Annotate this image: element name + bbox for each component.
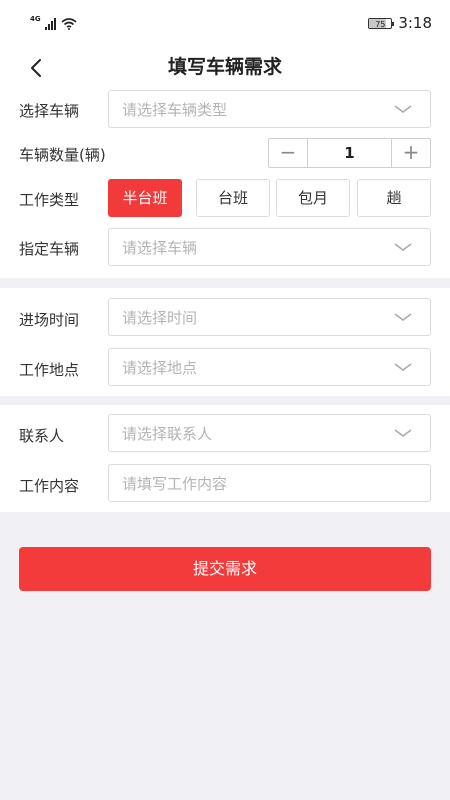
location-select[interactable]: 请选择地点: [108, 348, 431, 386]
quantity-value[interactable]: 1: [308, 139, 391, 167]
work-type-option-monthly[interactable]: 包月: [276, 179, 350, 217]
entry-time-select[interactable]: 请选择时间: [108, 298, 431, 336]
quantity-stepper: − 1 +: [268, 138, 431, 168]
work-type-option-shift[interactable]: 台班: [196, 179, 270, 217]
status-right: 75 3:18: [368, 14, 432, 32]
chevron-down-icon: [394, 429, 412, 437]
specified-vehicle-select[interactable]: 请选择车辆: [108, 228, 431, 266]
specified-vehicle-row: 指定车辆 请选择车辆: [0, 226, 450, 268]
work-type-row: 工作类型 半台班 台班 包月 趟: [0, 179, 450, 217]
entry-time-label: 进场时间: [19, 311, 80, 329]
location-label: 工作地点: [19, 361, 80, 379]
location-row: 工作地点 请选择地点: [0, 338, 450, 388]
vehicle-type-placeholder: 请选择车辆类型: [122, 101, 228, 119]
quantity-row: 车辆数量(辆) − 1 +: [0, 136, 450, 172]
decrease-button[interactable]: −: [269, 139, 308, 167]
vehicle-type-select[interactable]: 请选择车辆类型: [108, 90, 431, 128]
work-type-option-trip[interactable]: 趟: [357, 179, 431, 217]
vehicle-row: 选择车辆 请选择车辆类型: [0, 88, 450, 130]
contact-label: 联系人: [19, 427, 65, 445]
nav-bar: 填写车辆需求: [0, 48, 450, 88]
status-bar: 4G 75 3:18: [0, 0, 450, 48]
network-type: 4G: [30, 15, 41, 23]
submit-button[interactable]: 提交需求: [19, 547, 431, 591]
work-content-label: 工作内容: [19, 477, 80, 495]
signal-icon: [44, 15, 57, 34]
page-title: 填写车辆需求: [167, 56, 282, 78]
contact-section: 联系人 请选择联系人 工作内容 请填写工作内容: [0, 405, 450, 512]
work-content-row: 工作内容 请填写工作内容: [0, 455, 450, 505]
contact-placeholder: 请选择联系人: [122, 425, 213, 443]
work-content-placeholder: 请填写工作内容: [122, 475, 228, 493]
chevron-down-icon: [394, 243, 412, 251]
chevron-down-icon: [394, 313, 412, 321]
wifi-icon: [61, 15, 77, 34]
status-left: 4G: [30, 14, 77, 34]
battery-icon: 75: [368, 17, 395, 29]
increase-button[interactable]: +: [391, 139, 430, 167]
vehicle-section: 选择车辆 请选择车辆类型 车辆数量(辆) − 1 + 工作类型 半台班 台班 包…: [0, 88, 450, 278]
entry-time-row: 进场时间 请选择时间: [0, 288, 450, 338]
chevron-down-icon: [394, 105, 412, 113]
specified-vehicle-placeholder: 请选择车辆: [122, 239, 198, 257]
vehicle-label: 选择车辆: [19, 102, 80, 120]
contact-row: 联系人 请选择联系人: [0, 405, 450, 455]
quantity-label: 车辆数量(辆): [19, 146, 106, 164]
chevron-down-icon: [394, 363, 412, 371]
work-content-input[interactable]: 请填写工作内容: [108, 464, 431, 502]
location-placeholder: 请选择地点: [122, 359, 198, 377]
entry-time-placeholder: 请选择时间: [122, 309, 198, 327]
contact-select[interactable]: 请选择联系人: [108, 414, 431, 452]
time-location-section: 进场时间 请选择时间 工作地点 请选择地点: [0, 288, 450, 396]
battery-level: 75: [375, 19, 386, 29]
clock: 3:18: [398, 14, 432, 32]
specified-vehicle-label: 指定车辆: [19, 240, 80, 258]
work-type-option-half-shift[interactable]: 半台班: [108, 179, 182, 217]
work-type-label: 工作类型: [19, 191, 80, 209]
